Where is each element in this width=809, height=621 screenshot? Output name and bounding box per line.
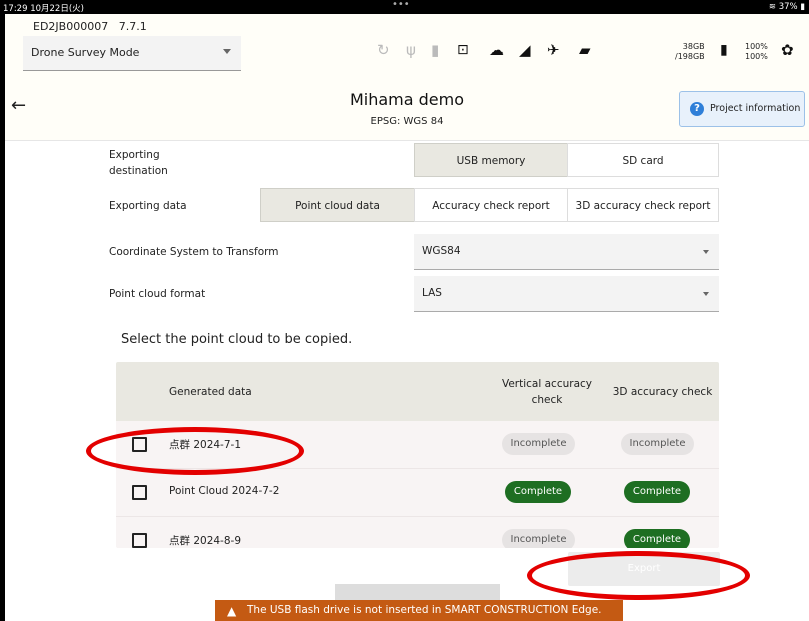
storage-info: 38GB /198GB bbox=[675, 42, 705, 62]
wifi-icon: ≋ bbox=[768, 2, 779, 12]
storage-free: 38GB bbox=[682, 42, 705, 51]
battery-percent: 37% bbox=[778, 2, 798, 12]
table-header: Generated data Vertical accuracy check 3… bbox=[116, 362, 719, 421]
app-header: ED2JB000007 7.7.1 Drone Survey Mode ↻ ψ … bbox=[5, 14, 809, 79]
row-checkbox[interactable] bbox=[132, 485, 147, 500]
coordinate-system-label: Coordinate System to Transform bbox=[109, 246, 279, 258]
accuracy-check-report-option[interactable]: Accuracy check report bbox=[414, 188, 568, 222]
usb-icon: ψ bbox=[406, 41, 416, 59]
mode-select-value: Drone Survey Mode bbox=[31, 46, 140, 59]
rotate-icon: ↻ bbox=[377, 41, 390, 59]
coordinate-system-value: WGS84 bbox=[422, 245, 461, 257]
system-battery: ≋ 37% ▮ bbox=[769, 2, 805, 12]
help-icon: ? bbox=[690, 102, 704, 116]
annotation-ring-export bbox=[527, 551, 750, 600]
vertical-status-badge: Incomplete bbox=[502, 529, 575, 548]
exporting-data-label: Exporting data bbox=[109, 200, 187, 212]
section-title: Select the point cloud to be copied. bbox=[121, 332, 353, 347]
point-cloud-format-value: LAS bbox=[422, 287, 442, 299]
battery-level-2: 100% bbox=[745, 52, 768, 61]
app-screen: ED2JB000007 7.7.1 Drone Survey Mode ↻ ψ … bbox=[5, 14, 809, 621]
device-info: ED2JB000007 7.7.1 bbox=[33, 20, 147, 33]
storage-total: /198GB bbox=[675, 52, 705, 61]
column-3d-accuracy: 3D accuracy check bbox=[612, 386, 713, 398]
point-cloud-format-select[interactable]: LAS bbox=[414, 276, 719, 312]
device-battery-icon: ▮ bbox=[720, 42, 728, 58]
row-name: 点群 2024-8-9 bbox=[169, 535, 241, 547]
3d-status-badge: Complete bbox=[624, 529, 690, 548]
gear-icon[interactable]: ✿ bbox=[781, 41, 794, 59]
signal-icon: ◢ bbox=[519, 41, 531, 59]
column-vertical-accuracy: Vertical accuracy check bbox=[501, 378, 592, 406]
project-information-button[interactable]: ? Project information bbox=[679, 91, 805, 127]
satellite-icon: ✈ bbox=[547, 41, 560, 59]
3d-status-badge: Complete bbox=[624, 481, 690, 503]
multitask-dots[interactable]: ••• bbox=[392, 0, 410, 10]
system-status-bar: 17:29 10月22日(火) ••• ≋ 37% ▮ bbox=[0, 0, 809, 14]
mode-select[interactable]: Drone Survey Mode bbox=[23, 36, 241, 71]
download-icon[interactable]: ⊡ bbox=[457, 41, 469, 59]
3d-status-badge: Incomplete bbox=[621, 433, 694, 455]
row-checkbox[interactable] bbox=[132, 533, 147, 548]
row-name: Point Cloud 2024-7-2 bbox=[169, 485, 280, 497]
warning-text: The USB flash drive is not inserted in S… bbox=[247, 604, 602, 616]
sd-card-icon: ▮ bbox=[431, 41, 440, 59]
usb-memory-option[interactable]: USB memory bbox=[414, 143, 568, 177]
sd-card-option[interactable]: SD card bbox=[567, 143, 719, 177]
point-cloud-data-option[interactable]: Point cloud data bbox=[260, 188, 415, 222]
table-row[interactable]: 点群 2024-8-9 Incomplete Complete bbox=[116, 517, 719, 548]
app-version: 7.7.1 bbox=[118, 20, 147, 33]
project-information-label: Project information bbox=[710, 103, 801, 114]
warning-icon: ▲ bbox=[227, 604, 237, 618]
3d-accuracy-check-report-option[interactable]: 3D accuracy check report bbox=[567, 188, 719, 222]
clock: 17:29 10月22日(火) bbox=[3, 4, 84, 14]
table-row[interactable]: Point Cloud 2024-7-2 Complete Complete bbox=[116, 469, 719, 517]
device-id: ED2JB000007 bbox=[33, 20, 109, 33]
chevron-down-icon bbox=[223, 49, 231, 54]
annotation-ring-row bbox=[86, 427, 304, 475]
cloud-icon: ☁ bbox=[489, 41, 504, 59]
destination-label: Exporting destination bbox=[109, 149, 168, 177]
title-bar: ← Mihama demo EPSG: WGS 84 ? Project inf… bbox=[5, 78, 809, 141]
column-generated-data: Generated data bbox=[169, 386, 252, 398]
coordinate-system-select[interactable]: WGS84 bbox=[414, 234, 719, 270]
folder-icon: ▰ bbox=[579, 41, 591, 59]
chevron-down-icon bbox=[703, 292, 709, 296]
chevron-down-icon bbox=[703, 250, 709, 254]
warning-banner: ▲ The USB flash drive is not inserted in… bbox=[215, 600, 623, 621]
battery-icon: ▮ bbox=[797, 2, 805, 12]
battery-levels: 100% 100% bbox=[745, 42, 768, 62]
point-cloud-format-label: Point cloud format bbox=[109, 288, 206, 300]
vertical-status-badge: Incomplete bbox=[502, 433, 575, 455]
vertical-status-badge: Complete bbox=[505, 481, 571, 503]
battery-level-1: 100% bbox=[745, 42, 768, 51]
